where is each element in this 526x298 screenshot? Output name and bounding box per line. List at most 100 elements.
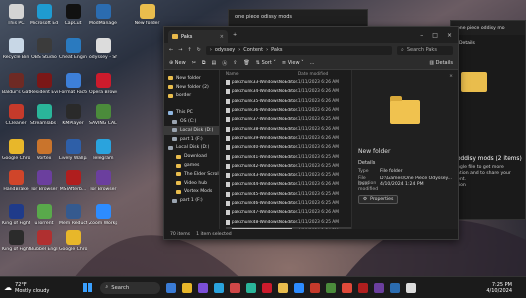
nav-item[interactable]: OS (C:): [164, 117, 219, 126]
desktop-icon[interactable]: King of Fighters XIII: [2, 204, 30, 226]
rename-icon[interactable]: Ⓐ: [222, 60, 227, 67]
desktop-icon[interactable]: Format Factory: [59, 73, 87, 95]
nav-item[interactable]: This PC: [164, 108, 219, 117]
desktop-icon[interactable]: Baldur's Gate 3: [2, 73, 30, 95]
file-row[interactable]: pakchunk34-WindowsNoEditor.pak1/11/2023 …: [225, 87, 351, 96]
file-row[interactable]: pakchunk42-WindowsNoEditor.pak1/11/2023 …: [225, 162, 351, 171]
search-box[interactable]: ⌕ Search Paks: [397, 45, 453, 55]
desktop-icon[interactable]: This PC: [2, 4, 30, 26]
file-row[interactable]: pakchunk45-WindowsNoEditor.pak1/11/2023 …: [225, 190, 351, 199]
close-icon[interactable]: ×: [447, 32, 452, 39]
file-row[interactable]: pakchunk36-WindowsNoEditor.pak1/11/2023 …: [225, 106, 351, 115]
taskbar-app-icon[interactable]: [262, 282, 273, 293]
tab-paks[interactable]: Paks ×: [168, 30, 228, 43]
taskbar-app-icon[interactable]: [390, 282, 401, 293]
desktop-icon[interactable]: Lively Wallpaper: [59, 139, 87, 161]
desktop-icon[interactable]: Tor Browser: [30, 170, 58, 192]
taskbar-app-icon[interactable]: [246, 282, 257, 293]
breadcrumb-item[interactable]: odyssey: [215, 47, 235, 53]
file-row[interactable]: pakchunk41-WindowsNoEditor.pak1/11/2023 …: [225, 152, 351, 161]
maximize-icon[interactable]: □: [432, 32, 438, 39]
sort-button[interactable]: ⇅ Sort ˅: [256, 60, 276, 66]
desktop-icon[interactable]: Streamlabs Desktop: [30, 104, 58, 126]
file-row[interactable]: pakchunk44-WindowsNoEditor.pak1/11/2023 …: [225, 180, 351, 189]
breadcrumb-item[interactable]: Content: [243, 47, 263, 53]
taskbar-app-icon[interactable]: [166, 282, 177, 293]
file-row[interactable]: pakchunk48-WindowsNoEditor.pak1/11/2023 …: [225, 217, 351, 226]
nav-item[interactable]: New folder: [164, 74, 219, 83]
desktop-icon[interactable]: Cheat Engine: [59, 38, 87, 60]
nav-item[interactable]: Video hub: [164, 179, 219, 188]
properties-button[interactable]: ⚙ Properties: [358, 194, 399, 204]
start-icon[interactable]: [83, 283, 93, 292]
nav-item[interactable]: Local Disk (D:): [164, 144, 219, 153]
file-row[interactable]: pakchunk35-WindowsNoEditor.pak1/11/2023 …: [225, 97, 351, 106]
taskbar-app-icon[interactable]: [230, 282, 241, 293]
desktop-icon[interactable]: Resident Evil 2: [30, 73, 58, 95]
file-row[interactable]: pakchunk46-WindowsNoEditor.pak1/11/2023 …: [225, 199, 351, 208]
taskbar-app-icon[interactable]: [214, 282, 225, 293]
delete-icon[interactable]: 🗑: [243, 60, 249, 66]
refresh-icon[interactable]: ↻: [197, 47, 201, 53]
taskbar-app-icon[interactable]: [342, 282, 353, 293]
desktop-icon[interactable]: Tor Browser: [89, 170, 117, 192]
taskbar-app-icon[interactable]: [198, 282, 209, 293]
taskbar-app-icon[interactable]: [278, 282, 289, 293]
forward-icon[interactable]: →: [178, 47, 182, 53]
up-icon[interactable]: ↑: [187, 47, 191, 53]
taskbar-app-icon[interactable]: [326, 282, 337, 293]
file-row[interactable]: pakchunk39-WindowsNoEditor.pak1/11/2023 …: [225, 134, 351, 143]
taskbar-app-icon[interactable]: [310, 282, 321, 293]
desktop-icon[interactable]: Microsoft Edge: [30, 4, 58, 26]
nav-item[interactable]: part 1 (F:): [164, 196, 219, 205]
taskbar-app-icon[interactable]: [358, 282, 369, 293]
minimize-icon[interactable]: –: [420, 32, 423, 39]
file-row[interactable]: pakchunk43-WindowsNoEditor.pak1/11/2023 …: [225, 171, 351, 180]
desktop-icon[interactable]: odyssey - Shortcut: [89, 38, 117, 60]
nav-item[interactable]: The Elder Scrol: [164, 170, 219, 179]
details-link[interactable]: Details: [451, 35, 525, 46]
close-icon[interactable]: ×: [449, 74, 453, 79]
weather-widget[interactable]: ☁ 72°F Mostly cloudy: [0, 282, 49, 294]
desktop-icon[interactable]: Telegram: [89, 139, 117, 161]
desktop-icon[interactable]: Vortex: [30, 139, 58, 161]
file-row[interactable]: pakchunk38-WindowsNoEditor.pak1/11/2023 …: [225, 124, 351, 133]
column-name[interactable]: Name: [226, 72, 298, 77]
share-icon[interactable]: ⇪: [233, 60, 237, 66]
taskbar-app-icon[interactable]: [182, 282, 193, 293]
nav-item[interactable]: border: [164, 92, 219, 101]
desktop-icon[interactable]: CapCut: [59, 4, 87, 26]
clock[interactable]: 7:25 PM 4/10/2024: [486, 282, 526, 294]
file-row[interactable]: pakchunk40-WindowsNoEditor.pak1/11/2023 …: [225, 143, 351, 152]
cut-icon[interactable]: ✂: [192, 60, 196, 66]
taskbar-search[interactable]: ⌕ Search: [100, 281, 161, 294]
nav-item[interactable]: Local Disk (D:): [164, 125, 219, 135]
view-button[interactable]: ≡ View ˅: [282, 60, 304, 66]
nav-item[interactable]: Vortex Mods: [164, 188, 219, 197]
desktop-icon[interactable]: KMPlayer: [59, 104, 87, 126]
desktop-icon[interactable]: CCleaner: [2, 104, 30, 126]
desktop-icon[interactable]: Google Chrome: [59, 230, 87, 252]
desktop-icon[interactable]: uTorrent: [30, 204, 58, 226]
new-button[interactable]: ⊕ New: [169, 60, 186, 66]
back-icon[interactable]: ←: [169, 47, 173, 53]
desktop-icon[interactable]: Google Chrome: [2, 139, 30, 161]
taskbar-app-icon[interactable]: [374, 282, 385, 293]
desktop-icon[interactable]: OBS Studio: [30, 38, 58, 60]
taskbar-app-icon[interactable]: [406, 282, 417, 293]
desktop-icon[interactable]: Recycle Bin: [2, 38, 30, 60]
desktop-icon[interactable]: Mem Reduct: [59, 204, 87, 226]
column-date[interactable]: Date modified: [298, 72, 328, 77]
desktop-icon[interactable]: King of Fighters XV: [2, 230, 30, 252]
nav-item[interactable]: games: [164, 161, 219, 170]
desktop-icon[interactable]: ModManager - Shortcut: [89, 4, 117, 26]
paste-icon[interactable]: ▤: [211, 60, 216, 66]
desktop-icon[interactable]: Opera Browser: [89, 73, 117, 95]
nav-item[interactable]: Download: [164, 152, 219, 161]
desktop-icon[interactable]: HandBrake: [2, 170, 30, 192]
details-button[interactable]: ▥ Details: [429, 60, 453, 66]
nav-item[interactable]: part 1 (F:): [164, 135, 219, 144]
desktop-icon[interactable]: SAVING CALCULATOR: [89, 104, 117, 126]
desktop-icon[interactable]: Zoom Workplace: [89, 204, 117, 226]
more-button[interactable]: ...: [310, 60, 315, 66]
